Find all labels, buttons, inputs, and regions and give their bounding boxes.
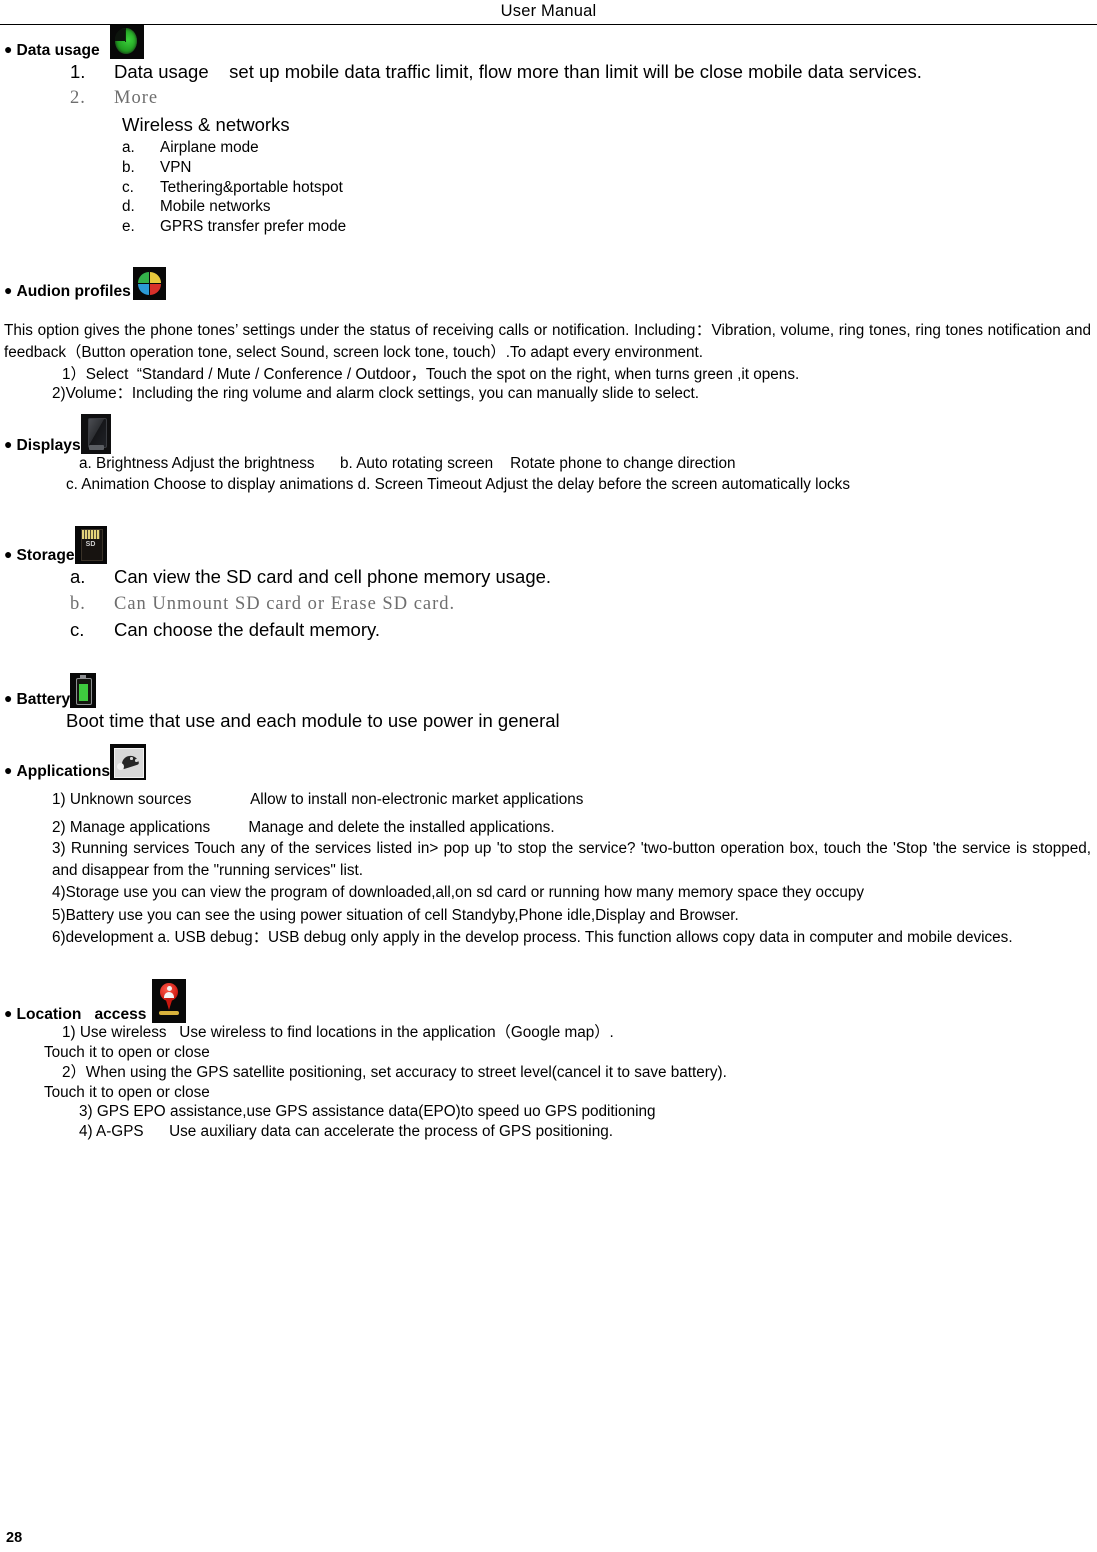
list-text: Airplane mode xyxy=(160,138,259,156)
battery-description: Boot time that use and each module to us… xyxy=(66,710,560,732)
list-item: d. Mobile networks xyxy=(122,197,1091,217)
list-item: 3) Running services Touch any of the ser… xyxy=(52,840,1091,880)
section-label: Location access xyxy=(16,1005,147,1023)
bullet-glyph: ● xyxy=(4,690,13,707)
sd-card-icon: SD xyxy=(74,526,107,565)
list-text: More xyxy=(114,88,159,109)
bullet-glyph: ● xyxy=(4,546,13,563)
page-content: ● Data usage 1. Data usage set up mobile … xyxy=(0,25,1097,1142)
list-marker: 1. xyxy=(70,61,86,82)
list-text: Mobile networks xyxy=(160,198,271,216)
list-item: Touch it to open or close xyxy=(44,1083,210,1101)
list-marker: a. xyxy=(70,566,86,588)
list-text: GPRS transfer prefer mode xyxy=(160,218,347,236)
paragraph-audio-profiles: This option gives the phone tones’ setti… xyxy=(4,322,1091,362)
display-icon xyxy=(80,414,111,455)
section-heading-storage: ● Storage SD xyxy=(4,526,1091,565)
list-marker: a. xyxy=(122,138,135,156)
section-heading-audio-profiles: ● Audion profiles xyxy=(4,267,1091,301)
section-label: Displays xyxy=(16,437,81,455)
list-marker: c. xyxy=(70,618,85,640)
list-item: 1) Unknown sources Allow to install non-… xyxy=(52,791,584,809)
bullet-glyph: ● xyxy=(4,41,13,57)
audio-profiles-icon xyxy=(132,267,166,301)
bullet-glyph: ● xyxy=(4,1004,13,1021)
data-usage-icon xyxy=(109,25,144,59)
list-marker: c. xyxy=(122,178,134,196)
section-label: Data usage xyxy=(16,41,100,59)
list-item: a. Can view the SD card and cell phone me… xyxy=(70,564,1091,590)
android-robot-icon xyxy=(110,744,147,781)
list-text: Can view the SD card and cell phone memo… xyxy=(114,566,552,588)
document-page: User Manual ● Data usage 1. Data usage se… xyxy=(0,0,1097,1552)
page-number: 28 xyxy=(6,1530,23,1546)
list-item: c. Can choose the default memory. xyxy=(70,617,1091,643)
list-marker: b. xyxy=(70,593,86,614)
section-label: Audion profiles xyxy=(16,283,131,301)
list-item: 5)Battery use you can see the using powe… xyxy=(52,906,739,924)
section-heading-battery: ● Battery xyxy=(4,673,1091,709)
list-item: Touch it to open or close xyxy=(44,1043,210,1061)
list-item: 2. More xyxy=(70,85,1091,111)
list-item: 6)development a. USB debug：USB debug onl… xyxy=(52,928,1013,946)
bullet-glyph: ● xyxy=(4,282,13,299)
bullet-glyph: ● xyxy=(4,436,13,453)
list-item: e. GPRS transfer prefer mode xyxy=(122,217,1091,237)
section-label: Applications xyxy=(16,763,111,781)
list-item: c. Tethering&portable hotspot xyxy=(122,178,1091,198)
displays-line-2: c. Animation Choose to display animation… xyxy=(66,476,850,494)
list-item: 2）When using the GPS satellite positioni… xyxy=(62,1063,727,1081)
section-label: Battery xyxy=(16,690,71,708)
list-item: 2) Manage applications Manage and delete… xyxy=(52,819,555,837)
list-item: 1. Data usage set up mobile data traffic … xyxy=(70,59,1091,85)
section-label: Storage xyxy=(16,547,75,565)
list-item: 4)Storage use you can view the program o… xyxy=(52,884,865,902)
bullet-glyph: ● xyxy=(4,762,13,779)
section-heading-displays: ● Displays xyxy=(4,414,1091,455)
list-marker: e. xyxy=(122,218,135,236)
list-text: Tethering&portable hotspot xyxy=(160,178,343,196)
subsection-heading-wireless-networks: Wireless & networks xyxy=(122,113,290,135)
list-item: 1）Select “Standard / Mute / Conference /… xyxy=(62,365,800,383)
list-item: b. VPN xyxy=(122,158,1091,178)
list-item: 2)Volume：Including the ring volume and a… xyxy=(52,385,700,403)
list-item: b. Can Unmount SD card or Erase SD card. xyxy=(70,591,1091,617)
list-item: 4) A-GPS Use auxiliary data can accelera… xyxy=(79,1123,613,1141)
section-heading-location-access: ● Location access xyxy=(4,978,1091,1023)
displays-line-1: a. Brightness Adjust the brightness b. A… xyxy=(79,455,736,473)
list-item: 1) Use wireless Use wireless to find loc… xyxy=(62,1023,614,1041)
location-pin-icon xyxy=(152,978,187,1023)
list-item: 3) GPS EPO assistance,use GPS assistance… xyxy=(79,1103,656,1121)
section-heading-applications: ● Applications xyxy=(4,744,1091,781)
list-text: Data usage set up mobile data traffic li… xyxy=(114,61,922,82)
battery-icon xyxy=(70,673,97,709)
list-text: Can Unmount SD card or Erase SD card. xyxy=(114,593,456,614)
section-heading-data-usage: ● Data usage xyxy=(4,25,1091,59)
list-text: VPN xyxy=(160,158,192,176)
list-item: a. Airplane mode xyxy=(122,138,1091,158)
page-header-title: User Manual xyxy=(500,2,597,20)
list-text: Can choose the default memory. xyxy=(114,618,380,640)
list-marker: d. xyxy=(122,198,135,216)
list-marker: 2. xyxy=(70,88,86,109)
list-marker: b. xyxy=(122,158,135,176)
